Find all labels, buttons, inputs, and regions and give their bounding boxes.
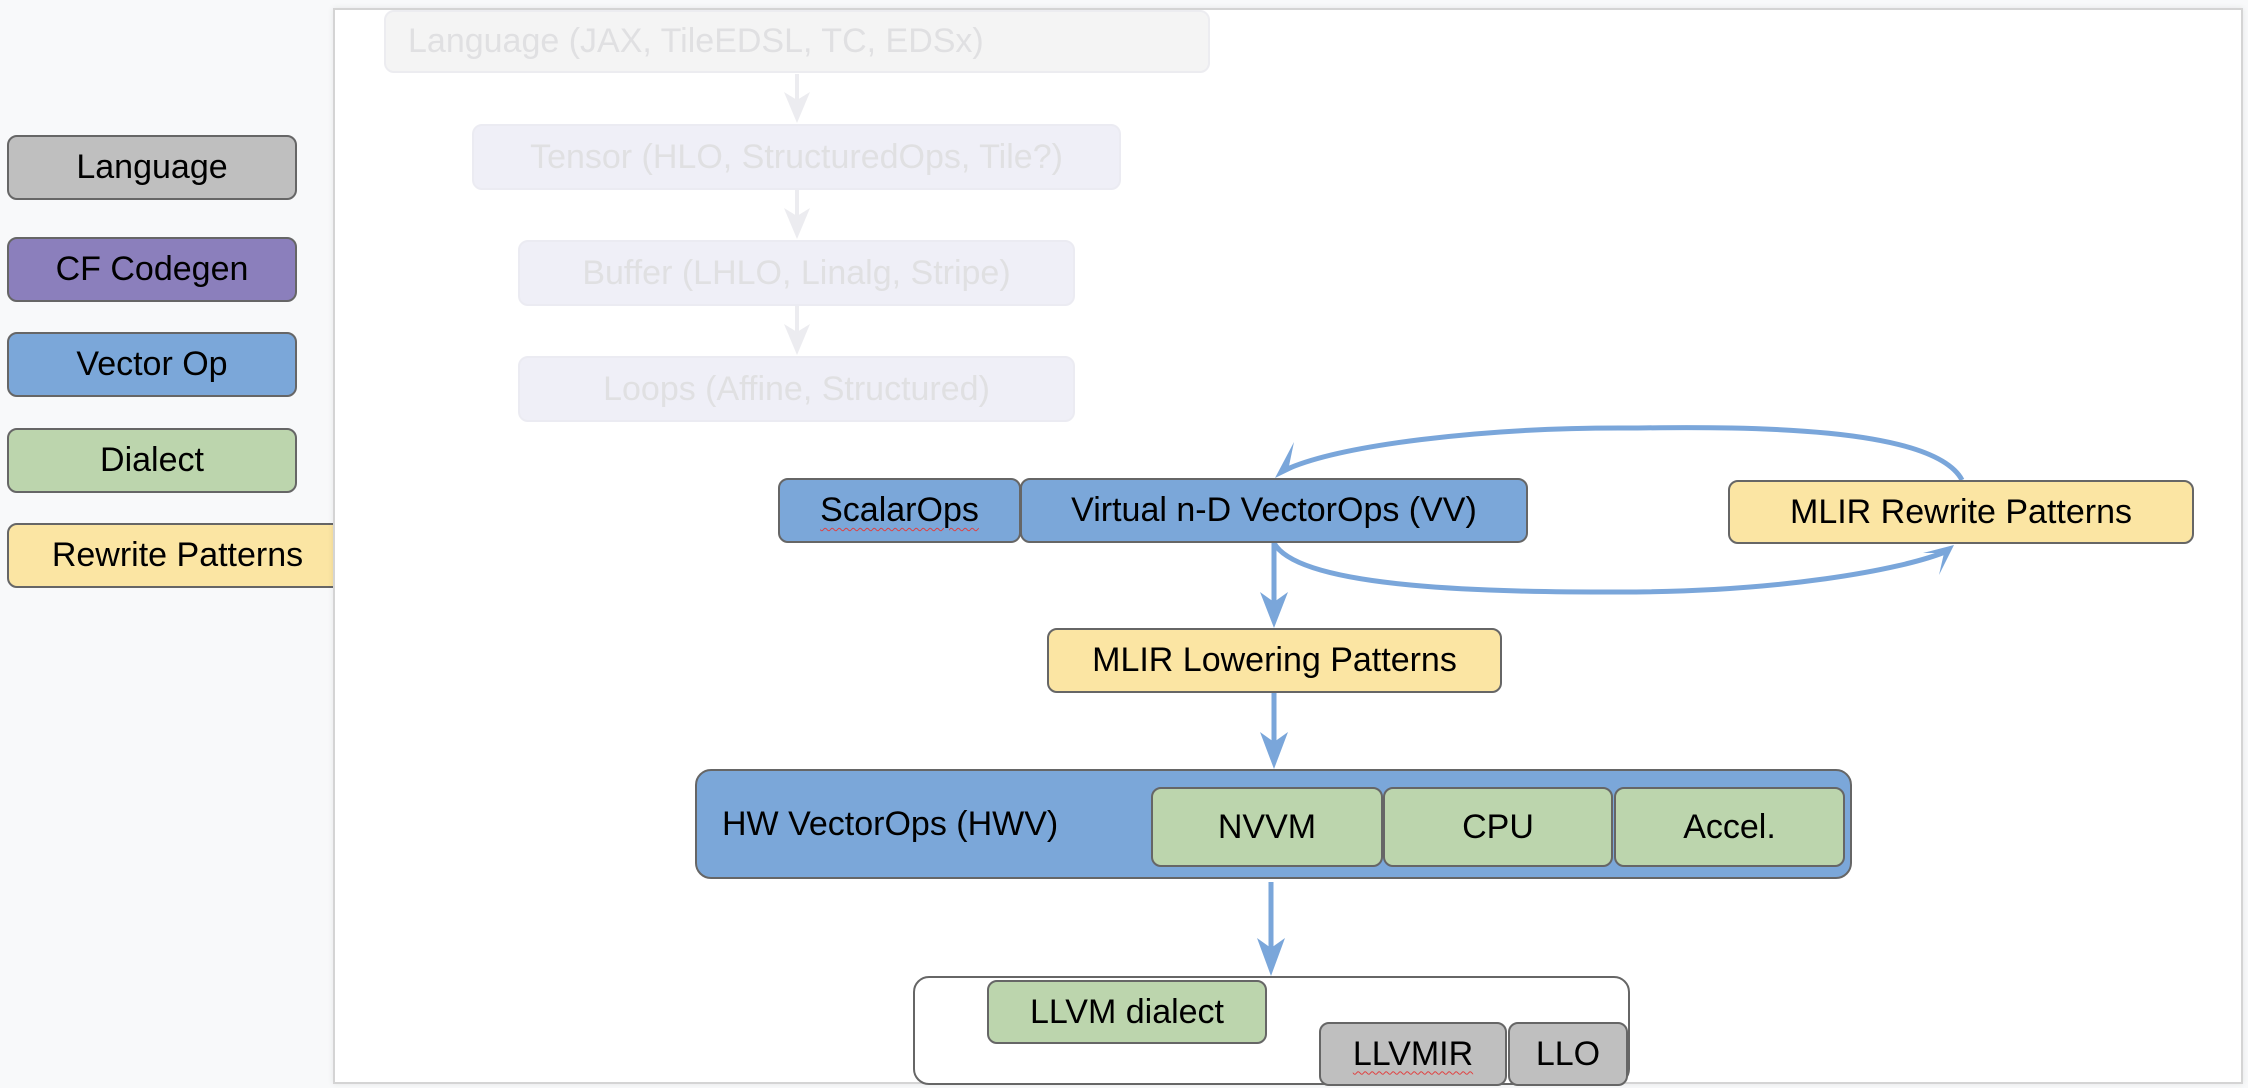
scalar-ops-box[interactable]: ScalarOps (778, 478, 1021, 543)
legend-vector-op[interactable]: Vector Op (7, 332, 297, 397)
target-cpu-box[interactable]: CPU (1383, 787, 1613, 867)
faded-language-box[interactable]: Language (JAX, TileEDSL, TC, EDSx) (384, 10, 1210, 73)
mlir-rewrite-patterns-label: MLIR Rewrite Patterns (1790, 492, 2132, 531)
legend-cf-codegen[interactable]: CF Codegen (7, 237, 297, 302)
mlir-lowering-patterns-box[interactable]: MLIR Lowering Patterns (1047, 628, 1502, 693)
legend-dialect-label: Dialect (100, 441, 204, 479)
faded-buffer-label: Buffer (LHLO, Linalg, Stripe) (582, 253, 1011, 292)
target-accel-box[interactable]: Accel. (1614, 787, 1845, 867)
legend-language[interactable]: Language (7, 135, 297, 200)
legend-rewrite-patterns-label: Rewrite Patterns (51, 536, 304, 574)
legend-cf-codegen-label: CF Codegen (55, 250, 249, 288)
llvm-dialect-box[interactable]: LLVM dialect (987, 980, 1267, 1044)
legend-vector-op-label: Vector Op (76, 345, 228, 383)
legend-language-label: Language (76, 148, 228, 186)
virtual-vector-ops-box[interactable]: Virtual n-D VectorOps (VV) (1020, 478, 1528, 543)
virtual-vector-ops-label: Virtual n-D VectorOps (VV) (1071, 491, 1477, 529)
faded-loops-label: Loops (Affine, Structured) (603, 369, 990, 408)
faded-tensor-box[interactable]: Tensor (HLO, StructuredOps, Tile?) (472, 124, 1121, 190)
target-cpu-label: CPU (1462, 807, 1534, 846)
llvm-dialect-label: LLVM dialect (1029, 992, 1225, 1031)
mlir-lowering-patterns-label: MLIR Lowering Patterns (1092, 641, 1457, 679)
scalar-ops-label: ScalarOps (820, 491, 979, 529)
target-nvvm-label: NVVM (1217, 807, 1317, 846)
target-nvvm-box[interactable]: NVVM (1151, 787, 1383, 867)
llvmir-box[interactable]: LLVMIR (1319, 1022, 1507, 1086)
llo-box[interactable]: LLO (1508, 1022, 1628, 1086)
mlir-rewrite-patterns-box[interactable]: MLIR Rewrite Patterns (1728, 480, 2194, 544)
faded-buffer-box[interactable]: Buffer (LHLO, Linalg, Stripe) (518, 240, 1075, 306)
legend-dialect[interactable]: Dialect (7, 428, 297, 493)
llvmir-label: LLVMIR (1352, 1034, 1474, 1073)
legend-rewrite-patterns[interactable]: Rewrite Patterns (7, 523, 348, 588)
llo-label: LLO (1535, 1034, 1601, 1073)
target-accel-label: Accel. (1683, 807, 1776, 846)
faded-language-label: Language (JAX, TileEDSL, TC, EDSx) (408, 22, 984, 60)
hw-vector-ops-label: HW VectorOps (HWV) (722, 804, 1059, 843)
faded-tensor-label: Tensor (HLO, StructuredOps, Tile?) (530, 137, 1063, 176)
faded-loops-box[interactable]: Loops (Affine, Structured) (518, 356, 1075, 422)
